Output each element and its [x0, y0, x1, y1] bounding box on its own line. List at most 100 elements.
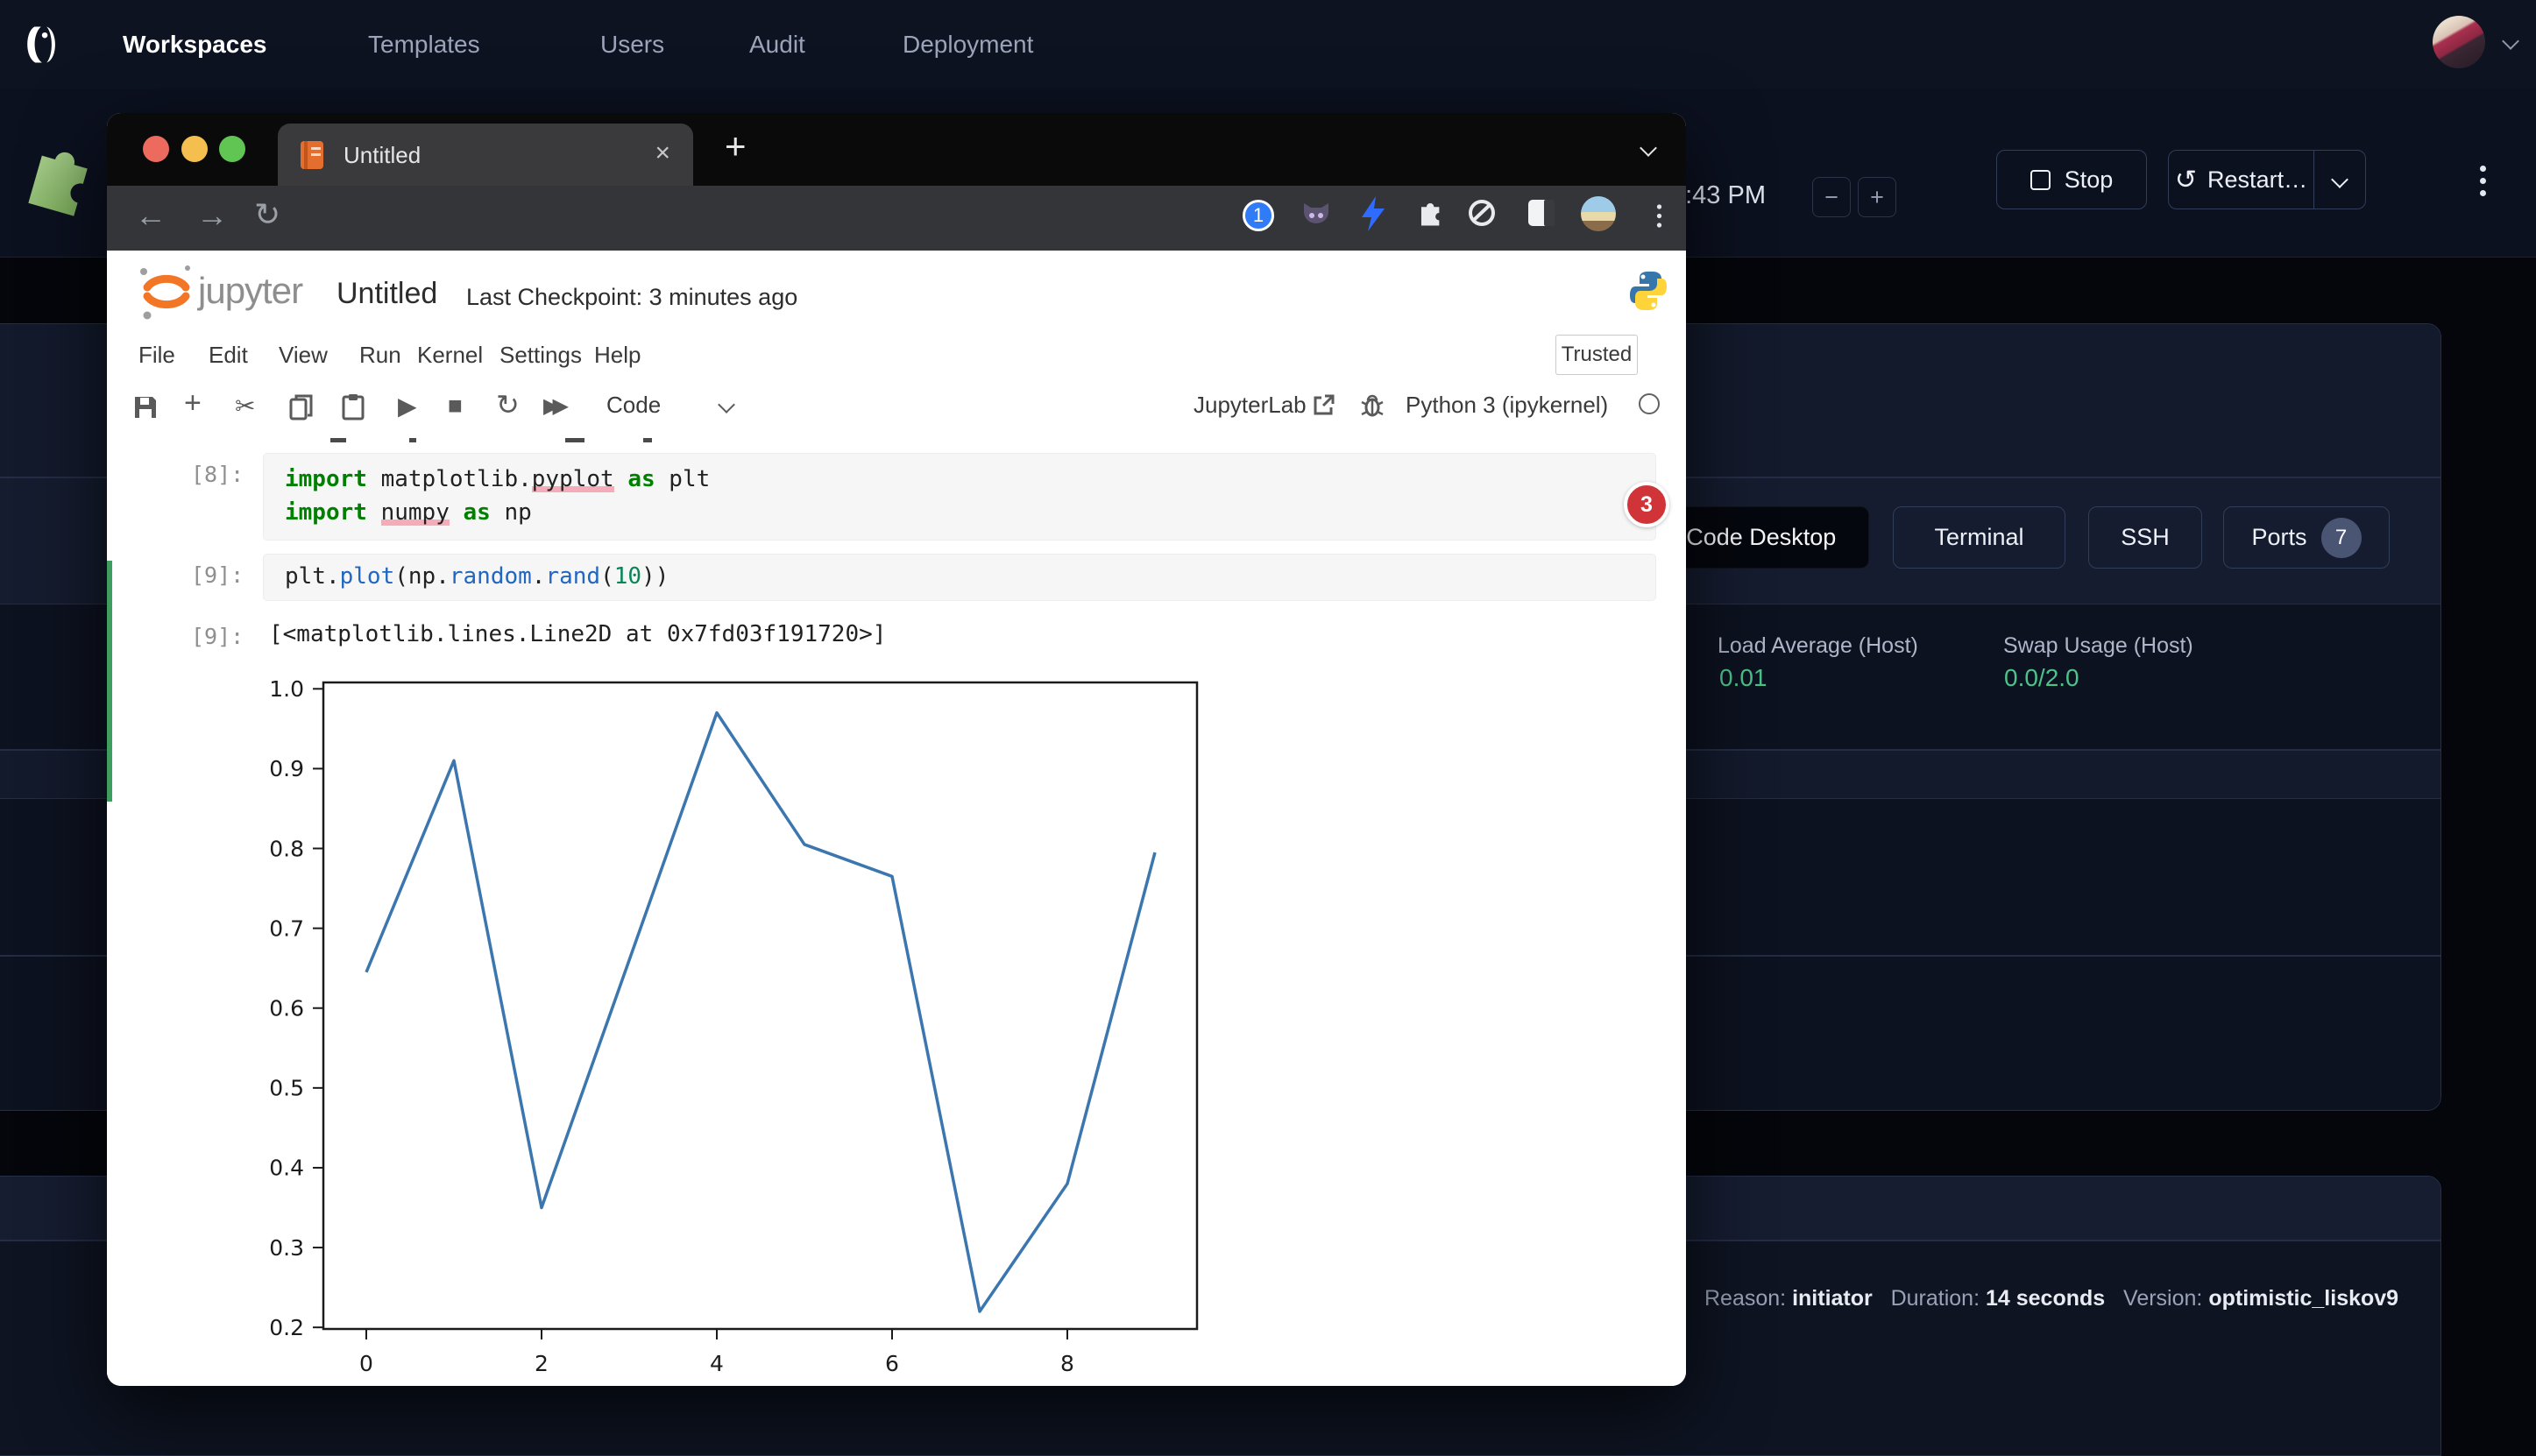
svg-text:0.9: 0.9 — [269, 756, 304, 781]
stop-button[interactable]: Stop — [1996, 150, 2147, 209]
interrupt-kernel-icon[interactable]: ■ — [448, 392, 463, 420]
restart-icon: ↺ — [2175, 165, 2197, 195]
ports-count-badge: 7 — [2321, 518, 2362, 558]
browser-tab[interactable]: Untitled × — [278, 124, 693, 186]
lightning-extension-icon[interactable] — [1360, 196, 1386, 231]
menu-kernel[interactable]: Kernel — [417, 342, 483, 369]
kernel-name[interactable]: Python 3 (ipykernel) — [1406, 392, 1608, 419]
matplotlib-figure: 0.20.30.40.50.60.70.80.91.002468 — [265, 678, 1220, 1386]
python-logo-icon — [1628, 270, 1668, 312]
notification-badge[interactable]: 3 — [1624, 482, 1669, 527]
browser-tab-strip: Untitled × + — [107, 113, 1686, 186]
debugger-bug-icon[interactable] — [1360, 393, 1385, 418]
load-average-value: 0.01 — [1719, 664, 1767, 692]
notebook-title[interactable]: Untitled — [336, 277, 437, 311]
cell9-line: plt.plot(np.random.rand(10)) — [285, 563, 669, 590]
version-label: Version: — [2123, 1286, 2202, 1311]
top-nav-bar: Workspaces Templates Users Audit Deploym… — [0, 0, 2536, 88]
nav-item-deployment[interactable]: Deployment — [903, 0, 1033, 88]
svg-text:8: 8 — [1060, 1351, 1074, 1376]
add-cell-icon[interactable]: + — [184, 386, 202, 421]
jupyter-toolbar: + ✂ ▶ ■ ↻ ▶▶ Code JupyterLab Python 3 (i… — [107, 379, 1686, 437]
copy-cell-icon[interactable] — [289, 394, 314, 421]
cat-extension-icon[interactable] — [1300, 200, 1332, 231]
jupyter-logo-icon — [137, 261, 195, 321]
load-average-label: Load Average (Host) — [1718, 633, 1918, 659]
cut-cell-icon[interactable]: ✂ — [235, 392, 255, 421]
window-close-button[interactable] — [143, 136, 169, 162]
svg-text:0.4: 0.4 — [269, 1156, 304, 1181]
svg-text:0.6: 0.6 — [269, 995, 304, 1021]
cell9-prompt: [9]: — [191, 562, 244, 588]
browser-menu-button[interactable] — [1657, 200, 1661, 232]
avatar-chevron-icon[interactable] — [2502, 32, 2519, 50]
notebook-content: [8]: import matplotlib.pyplot as plt imp… — [107, 436, 1686, 1386]
svg-text:0.7: 0.7 — [269, 915, 304, 941]
browser-window: Untitled × + ← → ↻ 5555--main--test--mat… — [107, 113, 1686, 1386]
menu-edit[interactable]: Edit — [209, 342, 248, 369]
notebook-favicon — [300, 140, 326, 170]
restart-kernel-icon[interactable]: ↻ — [496, 388, 520, 421]
paste-cell-icon[interactable] — [342, 393, 365, 421]
zoom-out-button[interactable]: − — [1812, 177, 1851, 217]
nav-item-audit[interactable]: Audit — [749, 0, 805, 88]
profile-avatar-icon[interactable] — [1581, 196, 1616, 231]
coder-logo-icon[interactable] — [19, 21, 68, 68]
nav-item-templates[interactable]: Templates — [368, 0, 480, 88]
svg-text:0.2: 0.2 — [269, 1315, 304, 1340]
menu-run[interactable]: Run — [359, 342, 401, 369]
reload-button[interactable]: ↻ — [254, 196, 280, 233]
menu-help[interactable]: Help — [594, 342, 641, 369]
trusted-button[interactable]: Trusted — [1555, 335, 1638, 375]
shield-extension-icon[interactable] — [1467, 198, 1497, 228]
menu-view[interactable]: View — [279, 342, 328, 369]
terminal-button[interactable]: Terminal — [1893, 506, 2065, 569]
svg-text:0.3: 0.3 — [269, 1235, 304, 1261]
restart-button[interactable]: ↺ Restart… — [2168, 150, 2366, 209]
more-options-button[interactable] — [2480, 159, 2486, 202]
jupyter-header: jupyter Untitled Last Checkpoint: 3 minu… — [107, 251, 1686, 332]
swap-usage-label: Swap Usage (Host) — [2003, 633, 2193, 659]
nav-item-workspaces[interactable]: Workspaces — [123, 0, 266, 88]
save-icon[interactable] — [133, 395, 158, 420]
back-button[interactable]: ← — [135, 197, 166, 234]
reason-label: Reason: — [1704, 1286, 1786, 1311]
stop-icon — [2030, 170, 2051, 190]
tab-close-icon[interactable]: × — [655, 138, 670, 168]
window-zoom-button[interactable] — [219, 136, 245, 162]
svg-text:1.0: 1.0 — [269, 678, 304, 702]
new-tab-button[interactable]: + — [725, 125, 747, 167]
duration-label: Duration: — [1891, 1286, 1980, 1311]
cell8-input[interactable]: import matplotlib.pyplot as plt import n… — [263, 453, 1656, 541]
menu-file[interactable]: File — [138, 342, 175, 369]
avatar[interactable] — [2433, 16, 2485, 68]
cell-type-dropdown[interactable]: Code — [606, 392, 661, 419]
cell9-input[interactable]: plt.plot(np.random.rand(10)) — [263, 554, 1656, 601]
restart-run-all-icon[interactable]: ▶▶ — [543, 393, 562, 419]
extensions-puzzle-icon[interactable] — [1416, 198, 1446, 228]
clipped-cell-fragment — [565, 438, 584, 442]
build-meta-row: Reason: initiator Duration: 14 seconds V… — [1704, 1286, 2398, 1311]
onepassword-extension-icon[interactable]: 1 — [1243, 200, 1274, 231]
nav-item-users[interactable]: Users — [600, 0, 664, 88]
ssh-button[interactable]: SSH — [2088, 506, 2202, 569]
sidepanel-extension-icon[interactable] — [1527, 198, 1556, 228]
svg-text:2: 2 — [535, 1351, 549, 1376]
svg-text:4: 4 — [710, 1351, 724, 1376]
run-cell-icon[interactable]: ▶ — [398, 392, 417, 421]
ports-button[interactable]: Ports 7 — [2223, 506, 2390, 569]
zoom-in-button[interactable]: + — [1858, 177, 1896, 217]
jupyter-menubar: File Edit View Run Kernel Settings Help … — [107, 331, 1686, 379]
forward-button[interactable]: → — [196, 197, 228, 234]
window-minimize-button[interactable] — [181, 136, 208, 162]
cell-type-chevron-icon[interactable] — [718, 396, 735, 413]
restart-dropdown[interactable] — [2313, 151, 2365, 209]
version-value: optimistic_liskov9 — [2208, 1286, 2398, 1311]
svg-text:0.8: 0.8 — [269, 836, 304, 861]
output-prompt: [9]: — [191, 624, 244, 649]
cell8-prompt: [8]: — [191, 462, 244, 487]
menu-settings[interactable]: Settings — [499, 342, 582, 369]
jupyterlab-link[interactable]: JupyterLab — [1194, 392, 1307, 419]
external-link-icon[interactable] — [1313, 393, 1335, 416]
tab-search-chevron-icon[interactable] — [1640, 139, 1657, 157]
